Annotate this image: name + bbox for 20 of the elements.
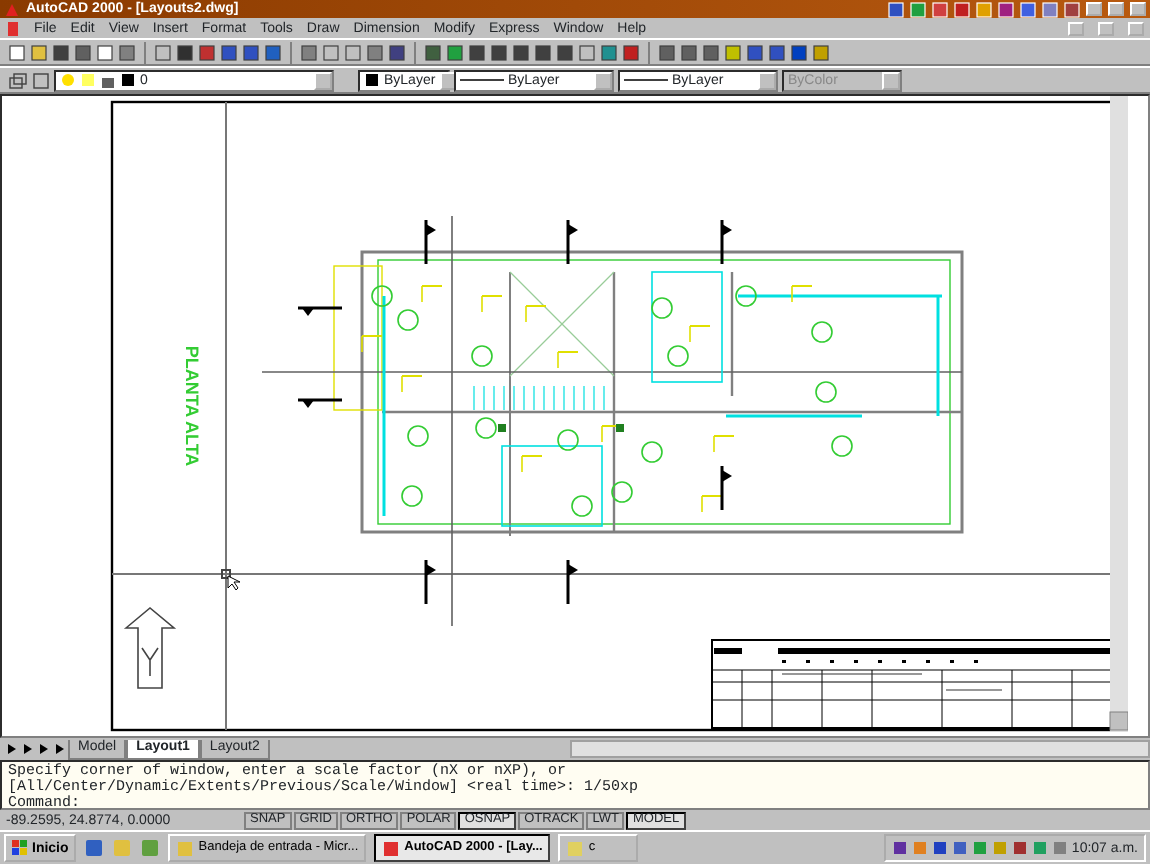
color-swatch-icon bbox=[364, 72, 380, 88]
app-icon bbox=[382, 839, 401, 857]
document-icon bbox=[6, 20, 20, 36]
app-logo-icon bbox=[4, 1, 20, 17]
restore-button[interactable] bbox=[1098, 21, 1114, 35]
layers-icon[interactable] bbox=[8, 71, 28, 89]
quick-launch-icon[interactable] bbox=[84, 838, 105, 858]
maximize-button[interactable] bbox=[1108, 2, 1124, 16]
horizontal-scrollbar[interactable] bbox=[569, 740, 1150, 758]
app-icon bbox=[566, 839, 585, 857]
lightbulb-icon bbox=[60, 72, 76, 88]
north-arrow-icon bbox=[125, 606, 177, 689]
vertical-scrollbar[interactable] bbox=[1109, 96, 1128, 732]
drawing-label: PLANTA ALTA bbox=[182, 345, 202, 467]
app-icon bbox=[176, 839, 195, 857]
color-swatch-icon bbox=[120, 72, 136, 88]
windows-logo-icon bbox=[12, 840, 28, 856]
layer-state-icon[interactable] bbox=[32, 71, 50, 89]
lock-icon bbox=[100, 72, 116, 88]
cursor-icon bbox=[221, 569, 241, 591]
